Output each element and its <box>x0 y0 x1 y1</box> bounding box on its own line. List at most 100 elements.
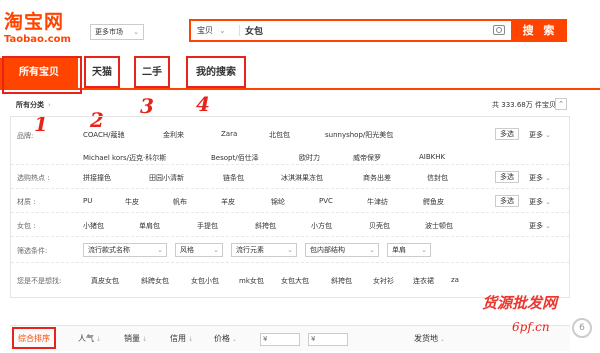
filter-panel: 品牌: COACH/蔻驰 金利来 Zara 北包包 sunnyshop/阳光美包… <box>10 116 570 298</box>
brand-option[interactable]: Zara <box>221 130 237 138</box>
filter-row-brand: 品牌: COACH/蔻驰 金利来 Zara 北包包 sunnyshop/阳光美包… <box>11 117 569 165</box>
suggestion-link[interactable]: mk女包 <box>239 276 264 286</box>
sort-sales-label: 销量 <box>124 334 140 343</box>
multi-select-button[interactable]: 多选 <box>495 128 519 140</box>
condition-dropdown[interactable]: 风格 ⌄ <box>175 243 223 257</box>
suggestion-link[interactable]: 女衬衫 <box>373 276 394 286</box>
condition-dropdown[interactable]: 流行元素 ⌄ <box>231 243 297 257</box>
condition-dropdown-label: 流行元素 <box>236 246 264 254</box>
suggestion-link[interactable]: 真皮女包 <box>91 276 119 286</box>
material-option[interactable]: 牛皮 <box>125 197 139 207</box>
chevron-down-icon: ⌄ <box>232 336 238 343</box>
chevron-down-icon: ⌄ <box>133 28 139 36</box>
material-option[interactable]: PU <box>83 197 92 205</box>
hot-option[interactable]: 冰淇淋果冻包 <box>281 173 323 183</box>
hot-option[interactable]: 拼接撞色 <box>83 173 111 183</box>
chevron-down-icon: ⌄ <box>545 222 551 230</box>
suggestion-link[interactable]: 斜挎包 <box>331 276 352 286</box>
condition-dropdown[interactable]: 流行款式名称 ⌄ <box>83 243 167 257</box>
chevron-down-icon: ⌄ <box>287 246 293 254</box>
sort-credit[interactable]: 信用 ↓ <box>170 326 193 352</box>
more-button[interactable]: 更多 ⌄ <box>529 173 551 183</box>
chevron-down-icon: ⌄ <box>369 246 375 254</box>
brand-option[interactable]: COACH/蔻驰 <box>83 130 124 140</box>
more-label: 更多 <box>529 131 543 139</box>
suggestion-link[interactable]: 斜跨女包 <box>141 276 169 286</box>
price-min-input[interactable]: ¥ <box>260 333 300 346</box>
tab-tmall[interactable]: 天猫 <box>86 58 118 88</box>
brand-option[interactable]: 威帝保罗 <box>353 153 381 163</box>
bag-option[interactable]: 贝壳包 <box>369 221 390 231</box>
bag-option[interactable]: 单肩包 <box>139 221 160 231</box>
more-button[interactable]: 更多 ⌄ <box>529 221 551 231</box>
sort-price[interactable]: 价格 ⌄ <box>214 326 237 352</box>
filter-label-suggestions: 您是不是想找: <box>17 277 62 285</box>
material-option[interactable]: PVC <box>319 197 333 205</box>
bag-option[interactable]: 斜挎包 <box>255 221 276 231</box>
tab-my-search[interactable]: 我的搜索 <box>188 58 244 88</box>
more-label: 更多 <box>529 222 543 230</box>
bag-option[interactable]: 小方包 <box>311 221 332 231</box>
bag-option[interactable]: 波士顿包 <box>425 221 453 231</box>
camera-icon[interactable] <box>493 25 505 35</box>
tab-second-hand[interactable]: 二手 <box>137 58 167 88</box>
material-option[interactable]: 帆布 <box>173 197 187 207</box>
watermark-text: 货源批发网 <box>482 294 558 312</box>
price-max-input[interactable]: ¥ <box>308 333 348 346</box>
collapse-filters-button[interactable]: ⌃ <box>555 98 567 110</box>
brand-option[interactable]: AIBKHK <box>419 153 445 161</box>
multi-select-button[interactable]: 多选 <box>495 195 519 207</box>
material-option[interactable]: 鳄鱼皮 <box>423 197 444 207</box>
logo-chinese-text: 淘宝网 <box>4 11 65 33</box>
more-button[interactable]: 更多 ⌄ <box>529 197 551 207</box>
search-category-dropdown[interactable]: 宝贝 ⌄ <box>197 21 226 40</box>
bag-option[interactable]: 手提包 <box>197 221 218 231</box>
more-button[interactable]: 更多 ⌄ <box>529 130 551 140</box>
chevron-down-icon: ⌄ <box>219 26 226 35</box>
filter-label-hot: 选购热点 : <box>17 174 50 182</box>
bag-option[interactable]: 小猪包 <box>83 221 104 231</box>
suggestion-link[interactable]: 连衣裙 <box>413 276 434 286</box>
hot-option[interactable]: 链条包 <box>223 173 244 183</box>
sort-sales[interactable]: 销量 ↓ <box>124 326 147 352</box>
filter-row-material: 材质 : PU 牛皮 帆布 羊皮 锦纶 PVC 牛津纺 鳄鱼皮 多选 更多 ⌄ <box>11 189 569 213</box>
material-option[interactable]: 牛津纺 <box>367 197 388 207</box>
brand-option[interactable]: 金利来 <box>163 130 184 140</box>
sort-popularity[interactable]: 人气 ↓ <box>78 326 101 352</box>
condition-dropdown[interactable]: 包内部结构 ⌄ <box>305 243 379 257</box>
condition-dropdown[interactable]: 单肩 ⌄ <box>387 243 431 257</box>
all-categories-label: 所有分类 <box>16 101 44 109</box>
brand-option[interactable]: 欧时力 <box>299 153 320 163</box>
hot-option[interactable]: 田园小清新 <box>149 173 184 183</box>
search-button[interactable]: 搜 索 <box>513 19 567 42</box>
multi-select-button[interactable]: 多选 <box>495 171 519 183</box>
hot-option[interactable]: 商务出差 <box>363 173 391 183</box>
brand-option[interactable]: sunnyshop/阳光美包 <box>325 130 393 140</box>
suggestion-link[interactable]: za <box>451 276 459 284</box>
condition-dropdown-label: 流行款式名称 <box>88 246 130 254</box>
sort-comprehensive[interactable]: 综合排序 <box>18 326 50 352</box>
material-option[interactable]: 锦纶 <box>271 197 285 207</box>
chevron-down-icon: ⌄ <box>545 198 551 206</box>
brand-option[interactable]: Besopt/佰仕泽 <box>211 153 259 163</box>
brand-option[interactable]: Michael kors/迈克·科尔斯 <box>83 153 166 163</box>
all-categories-breadcrumb[interactable]: 所有分类 › <box>16 100 51 110</box>
sort-popularity-label: 人气 <box>78 334 94 343</box>
filter-row-hot: 选购热点 : 拼接撞色 田园小清新 链条包 冰淇淋果冻包 商务出差 信封包 多选… <box>11 165 569 189</box>
filter-label-material: 材质 : <box>17 198 36 206</box>
taobao-logo[interactable]: 淘宝网 Taobao.com <box>4 12 82 46</box>
tab-all-items[interactable]: 所有宝贝 <box>0 58 78 88</box>
filter-label-brand: 品牌: <box>17 132 34 140</box>
material-option[interactable]: 羊皮 <box>221 197 235 207</box>
suggestion-link[interactable]: 女包大包 <box>281 276 309 286</box>
more-markets-label: 更多市场 <box>95 28 123 36</box>
ship-from-dropdown[interactable]: 发货地 ⌄ <box>414 326 445 352</box>
suggestion-link[interactable]: 女包小包 <box>191 276 219 286</box>
more-markets-dropdown[interactable]: 更多市场 ⌄ <box>90 24 144 40</box>
watermark-badge: 6 <box>572 318 592 338</box>
filter-label-conditions: 筛选条件: <box>17 247 48 255</box>
search-input[interactable] <box>245 21 485 40</box>
brand-option[interactable]: 北包包 <box>269 130 290 140</box>
search-category-label: 宝贝 <box>197 26 213 35</box>
hot-option[interactable]: 信封包 <box>427 173 448 183</box>
